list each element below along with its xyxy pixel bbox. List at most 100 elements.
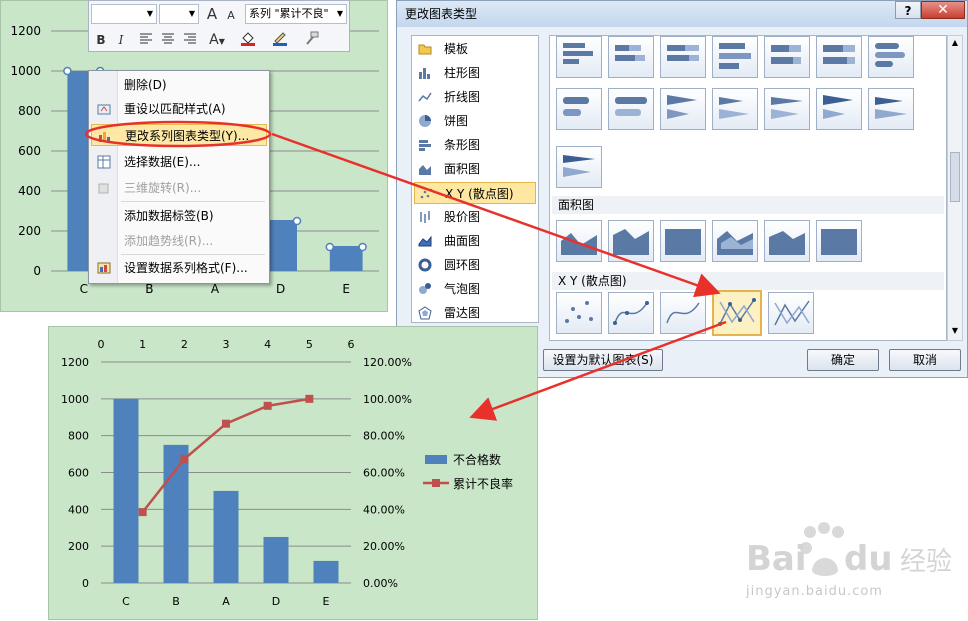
- subtype-thumb-cylinder[interactable]: [556, 88, 602, 130]
- menu-item-change-series-type[interactable]: 更改系列图表类型(Y)...: [91, 124, 267, 146]
- subtype-thumb-cone[interactable]: [712, 88, 758, 130]
- type-item-xy-scatter[interactable]: X Y (散点图): [414, 182, 536, 204]
- bar-subtype-icon: [615, 45, 645, 61]
- font-color-icon: A: [209, 32, 219, 48]
- type-item-area[interactable]: 面积图: [414, 158, 536, 180]
- menu-item-label: 重设以匹配样式(A): [124, 102, 226, 116]
- line-marker: [305, 394, 314, 403]
- type-item-radar[interactable]: 雷达图: [414, 302, 536, 322]
- subtype-thumb-bar[interactable]: [660, 36, 706, 78]
- scatter-straight-icon: [774, 300, 810, 326]
- format-series-icon: [97, 262, 111, 274]
- subtype-thumb-area-3d[interactable]: [712, 220, 758, 262]
- subtype-thumb-cone[interactable]: [660, 88, 706, 130]
- subtype-thumb-area[interactable]: [556, 220, 602, 262]
- y2-tick-label: 120.00%: [363, 356, 412, 369]
- menu-item-label: 三维旋转(R)...: [124, 181, 202, 195]
- chart-type-list: 模板 柱形图 折线图 饼图 条形图 面积图 X Y (散点图) 股价图 曲面图 …: [411, 35, 539, 323]
- change-chart-type-dialog: 更改图表类型 ? ✕ 模板 柱形图 折线图 饼图 条形图 面积图 X Y (散点…: [396, 0, 968, 378]
- help-button[interactable]: ?: [895, 1, 921, 19]
- type-item-pie[interactable]: 饼图: [414, 110, 536, 132]
- subtype-thumb-scatter-markers[interactable]: [556, 292, 602, 334]
- y-tick-label: 0: [82, 577, 89, 590]
- dialog-titlebar: [397, 1, 967, 27]
- bar: [163, 444, 189, 583]
- subtype-thumb-bar[interactable]: [608, 36, 654, 78]
- subtype-thumb-cylinder[interactable]: [868, 36, 914, 78]
- y2-tick-label: 80.00%: [363, 430, 405, 443]
- subtype-thumb-bar-3d[interactable]: [816, 36, 862, 78]
- font-grow-button[interactable]: A: [203, 4, 221, 24]
- subtype-thumb-area[interactable]: [660, 220, 706, 262]
- type-item-bar[interactable]: 条形图: [414, 134, 536, 156]
- close-button[interactable]: ✕: [921, 1, 965, 19]
- ok-button[interactable]: 确定: [807, 349, 879, 371]
- align-center-button[interactable]: [159, 30, 177, 50]
- subtype-thumb-scatter-smooth-markers[interactable]: [608, 292, 654, 334]
- format-painter-button[interactable]: [301, 30, 323, 50]
- menu-item-format-series[interactable]: 设置数据系列格式(F)...: [91, 257, 267, 279]
- series-combo[interactable]: 系列 "累计不良" ▼: [245, 4, 347, 24]
- y-tick-label: 200: [18, 224, 41, 238]
- line-color-button[interactable]: [267, 30, 293, 50]
- align-right-button[interactable]: [181, 30, 199, 50]
- format-painter-icon: [306, 31, 319, 45]
- scroll-up-icon[interactable]: ▲: [949, 38, 961, 48]
- subtype-thumb-bar[interactable]: [556, 36, 602, 78]
- scroll-thumb[interactable]: [950, 152, 960, 202]
- menu-item-add-data-labels[interactable]: 添加数据标签(B): [91, 205, 267, 227]
- font-size-combo[interactable]: ▼: [159, 4, 199, 24]
- bubble-chart-icon: [419, 283, 431, 294]
- italic-button[interactable]: I: [113, 30, 129, 50]
- subtype-thumb-area[interactable]: [608, 220, 654, 262]
- align-right-icon: [184, 33, 196, 44]
- watermark-url: jingyan.baidu.com: [746, 584, 883, 599]
- bar-chart-icon: [419, 140, 431, 151]
- chevron-down-icon: ▼: [146, 9, 153, 18]
- type-item-bubble[interactable]: 气泡图: [414, 278, 536, 300]
- y-tick-label: 400: [18, 184, 41, 198]
- type-item-template[interactable]: 模板: [414, 38, 536, 60]
- subtype-thumb-cylinder[interactable]: [608, 88, 654, 130]
- menu-item-reset-style[interactable]: 重设以匹配样式(A): [91, 98, 267, 120]
- type-item-column[interactable]: 柱形图: [414, 62, 536, 84]
- menu-item-label: 添加趋势线(R)...: [124, 234, 214, 248]
- menu-item-delete[interactable]: 删除(D): [91, 74, 267, 96]
- font-name-combo[interactable]: ▼: [91, 4, 157, 24]
- cancel-button[interactable]: 取消: [889, 349, 961, 371]
- x2-tick-label: 0: [98, 338, 105, 351]
- type-item-surface[interactable]: 曲面图: [414, 230, 536, 252]
- type-item-doughnut[interactable]: 圆环图: [414, 254, 536, 276]
- subtype-thumb-area-3d[interactable]: [816, 220, 862, 262]
- subtype-thumb-bar-3d[interactable]: [712, 36, 758, 78]
- subtype-thumb-area-3d[interactable]: [764, 220, 810, 262]
- subtype-thumb-bar-3d[interactable]: [764, 36, 810, 78]
- selection-handle: [358, 242, 367, 252]
- line-marker: [138, 508, 147, 517]
- bold-button[interactable]: B: [93, 30, 109, 50]
- type-item-stock[interactable]: 股价图: [414, 206, 536, 228]
- menu-item-label: 添加数据标签(B): [124, 209, 214, 223]
- radar-chart-icon: [418, 306, 432, 320]
- align-left-icon: [140, 33, 152, 44]
- scroll-down-icon[interactable]: ▼: [949, 326, 961, 336]
- bar: [329, 247, 363, 271]
- subtype-thumb-pyramid[interactable]: [816, 88, 862, 130]
- bottom-chart-area[interactable]: 0 200 400 600 800 1000 1200 0.00% 20.00% 40.00% 60…: [48, 326, 538, 620]
- subtype-thumb-scatter-straight[interactable]: [768, 292, 814, 334]
- type-item-line[interactable]: 折线图: [414, 86, 536, 108]
- gallery-scrollbar[interactable]: ▲ ▼: [947, 35, 963, 341]
- font-color-button[interactable]: A▼: [205, 30, 229, 50]
- legend-swatch-marker: [432, 479, 440, 487]
- bar-3d-subtype-icon: [823, 45, 855, 64]
- subtype-thumb-scatter-smooth[interactable]: [660, 292, 706, 334]
- subtype-thumb-pyramid[interactable]: [868, 88, 914, 130]
- subtype-thumb-pyramid[interactable]: [556, 146, 602, 188]
- align-left-button[interactable]: [137, 30, 155, 50]
- subtype-thumb-scatter-straight-markers[interactable]: [712, 290, 762, 336]
- subtype-thumb-cone[interactable]: [764, 88, 810, 130]
- menu-item-select-data[interactable]: 选择数据(E)...: [91, 151, 267, 173]
- fill-color-button[interactable]: [235, 30, 261, 50]
- font-shrink-button[interactable]: A: [223, 6, 239, 26]
- set-default-button[interactable]: 设置为默认图表(S): [543, 349, 663, 371]
